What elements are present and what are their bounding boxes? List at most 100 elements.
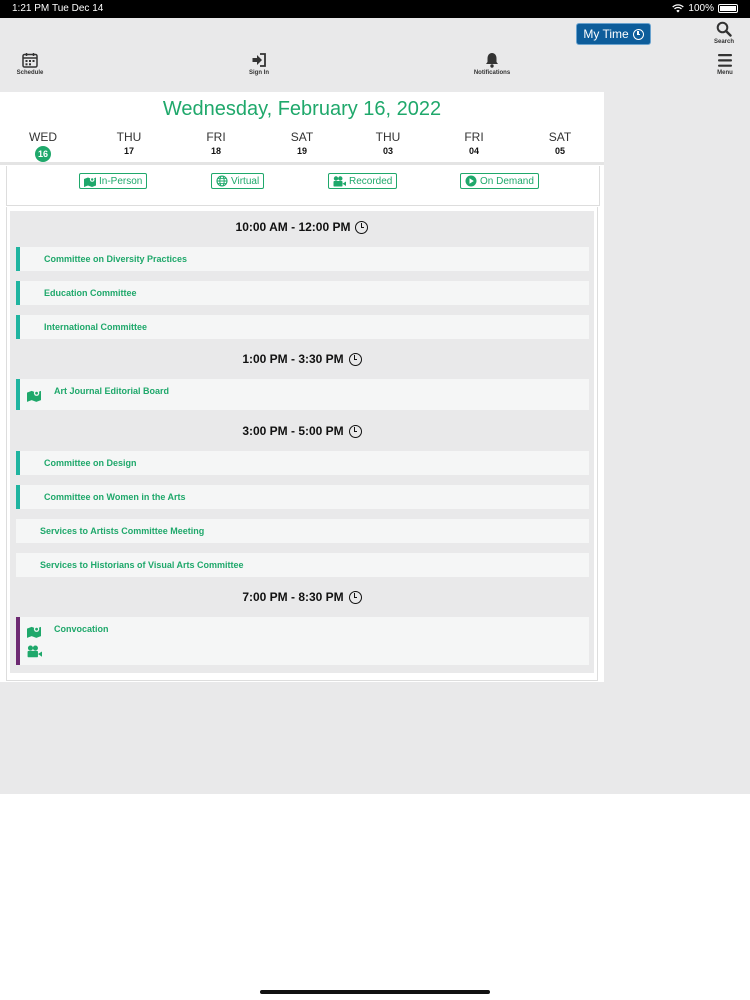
- menu-button[interactable]: Menu: [713, 53, 737, 76]
- session-row[interactable]: Committee on Women in the Arts: [16, 485, 589, 509]
- status-bar: 1:21 PM Tue Dec 14 100%: [0, 0, 750, 18]
- notifications-label: Notifications: [473, 70, 511, 76]
- day-number: 16: [35, 146, 51, 162]
- timeslot-time: 7:00 PM - 8:30 PM: [242, 590, 344, 604]
- filter-virtual-button[interactable]: Virtual: [211, 173, 265, 189]
- menu-icon: [718, 54, 732, 67]
- day-name: FRI: [206, 130, 226, 144]
- timeslot-time: 10:00 AM - 12:00 PM: [235, 220, 351, 234]
- day-name: THU: [375, 130, 401, 144]
- sign-in-button[interactable]: Sign In: [244, 52, 274, 76]
- session-type-bar: [16, 451, 20, 475]
- status-right: 100%: [672, 3, 738, 14]
- timeslot-header: 1:00 PM - 3:30 PM: [10, 352, 594, 366]
- filter-label: Recorded: [349, 175, 393, 187]
- clock-icon: [348, 352, 362, 366]
- divider: [0, 162, 604, 165]
- status-date: Tue Dec 14: [52, 3, 104, 14]
- day-selector: WED 16 THU 17 FRI 18 SAT 19 THU 03 FRI 0…: [0, 130, 604, 162]
- bell-icon: [486, 53, 498, 68]
- session-type-bar: [16, 617, 20, 665]
- session-row[interactable]: Committee on Design: [16, 451, 589, 475]
- map-icon: [84, 176, 96, 187]
- session-row[interactable]: Education Committee: [16, 281, 589, 305]
- video-camera-icon: [27, 645, 42, 658]
- session-title: Education Committee: [44, 288, 137, 298]
- calendar-icon: [22, 53, 38, 68]
- clock-icon: [348, 424, 362, 438]
- day-number: 04: [468, 146, 479, 156]
- timeslot-time: 1:00 PM - 3:30 PM: [242, 352, 344, 366]
- globe-icon: [216, 175, 228, 187]
- filter-label: In-Person: [99, 175, 143, 187]
- session-row[interactable]: Art Journal Editorial Board: [16, 379, 589, 410]
- sign-in-label: Sign In: [249, 70, 269, 76]
- day-name: SAT: [290, 130, 314, 144]
- session-row[interactable]: International Committee: [16, 315, 589, 339]
- filter-label: On Demand: [480, 175, 534, 187]
- map-icon: [27, 626, 41, 638]
- session-type-bar: [16, 315, 20, 339]
- home-indicator[interactable]: [260, 990, 490, 994]
- wifi-icon: [672, 4, 685, 13]
- timeslot-header: 7:00 PM - 8:30 PM: [10, 590, 594, 604]
- session-type-bar: [16, 485, 20, 509]
- map-icon: [27, 390, 41, 402]
- menu-label: Menu: [717, 70, 733, 76]
- day-name: SAT: [548, 130, 572, 144]
- day-number: 05: [554, 146, 565, 156]
- clock-icon: [355, 220, 369, 234]
- session-row[interactable]: Services to Historians of Visual Arts Co…: [16, 553, 589, 577]
- timeslot-time: 3:00 PM - 5:00 PM: [242, 424, 344, 438]
- day-number: 19: [296, 146, 307, 156]
- schedule-button[interactable]: Schedule: [14, 52, 46, 76]
- battery-icon: [718, 4, 738, 13]
- clock-icon: [632, 28, 644, 40]
- session-type-bar: [16, 247, 20, 271]
- search-button[interactable]: Search: [711, 21, 737, 45]
- day-tab-1[interactable]: THU 17: [101, 130, 157, 156]
- timeslot-header: 3:00 PM - 5:00 PM: [10, 424, 594, 438]
- day-name: WED: [29, 130, 57, 144]
- session-row[interactable]: Committee on Diversity Practices: [16, 247, 589, 271]
- filter-bar: In-Person Virtual Recorded On Demand: [6, 166, 600, 206]
- app-area: My Time Search Schedule Sign In Notifica…: [0, 18, 750, 794]
- filter-recorded-button[interactable]: Recorded: [328, 173, 398, 189]
- day-tab-4[interactable]: THU 03: [360, 130, 416, 156]
- battery-percent: 100%: [688, 3, 714, 14]
- filter-on-demand-button[interactable]: On Demand: [460, 173, 539, 189]
- day-tab-5[interactable]: FRI 04: [446, 130, 502, 156]
- status-time: 1:21 PM: [12, 3, 50, 14]
- day-number: 17: [123, 146, 134, 156]
- timeslot-header: 10:00 AM - 12:00 PM: [10, 220, 594, 234]
- session-type-bar: [16, 379, 20, 410]
- video-camera-icon: [333, 175, 346, 186]
- search-icon: [716, 21, 732, 37]
- session-row[interactable]: Services to Artists Committee Meeting: [16, 519, 589, 543]
- schedule-list-container: 10:00 AM - 12:00 PM Committee on Diversi…: [6, 207, 598, 681]
- day-tab-3[interactable]: SAT 19: [274, 130, 330, 156]
- session-title: Services to Historians of Visual Arts Co…: [40, 560, 244, 570]
- page-title: Wednesday, February 16, 2022: [162, 98, 442, 120]
- filter-in-person-button[interactable]: In-Person: [79, 173, 148, 189]
- schedule-list[interactable]: 10:00 AM - 12:00 PM Committee on Diversi…: [10, 211, 594, 673]
- session-title: Art Journal Editorial Board: [54, 386, 170, 396]
- session-row[interactable]: Convocation: [16, 617, 589, 665]
- day-tab-0[interactable]: WED 16: [15, 130, 71, 162]
- session-type-bar: [16, 281, 20, 305]
- day-tab-2[interactable]: FRI 18: [188, 130, 244, 156]
- day-name: FRI: [464, 130, 484, 144]
- play-icon: [465, 175, 477, 187]
- day-number: 18: [210, 146, 221, 156]
- session-title: International Committee: [44, 322, 148, 332]
- day-number: 03: [382, 146, 393, 156]
- session-title: Committee on Design: [44, 458, 137, 468]
- my-time-label: My Time: [583, 27, 629, 41]
- clock-icon: [348, 590, 362, 604]
- session-title: Committee on Diversity Practices: [44, 254, 188, 264]
- day-tab-6[interactable]: SAT 05: [532, 130, 588, 156]
- filter-label: Virtual: [231, 175, 260, 187]
- my-time-button[interactable]: My Time: [576, 23, 651, 45]
- toolbar: My Time Search Schedule Sign In Notifica…: [0, 18, 750, 92]
- notifications-button[interactable]: Notifications: [472, 52, 512, 76]
